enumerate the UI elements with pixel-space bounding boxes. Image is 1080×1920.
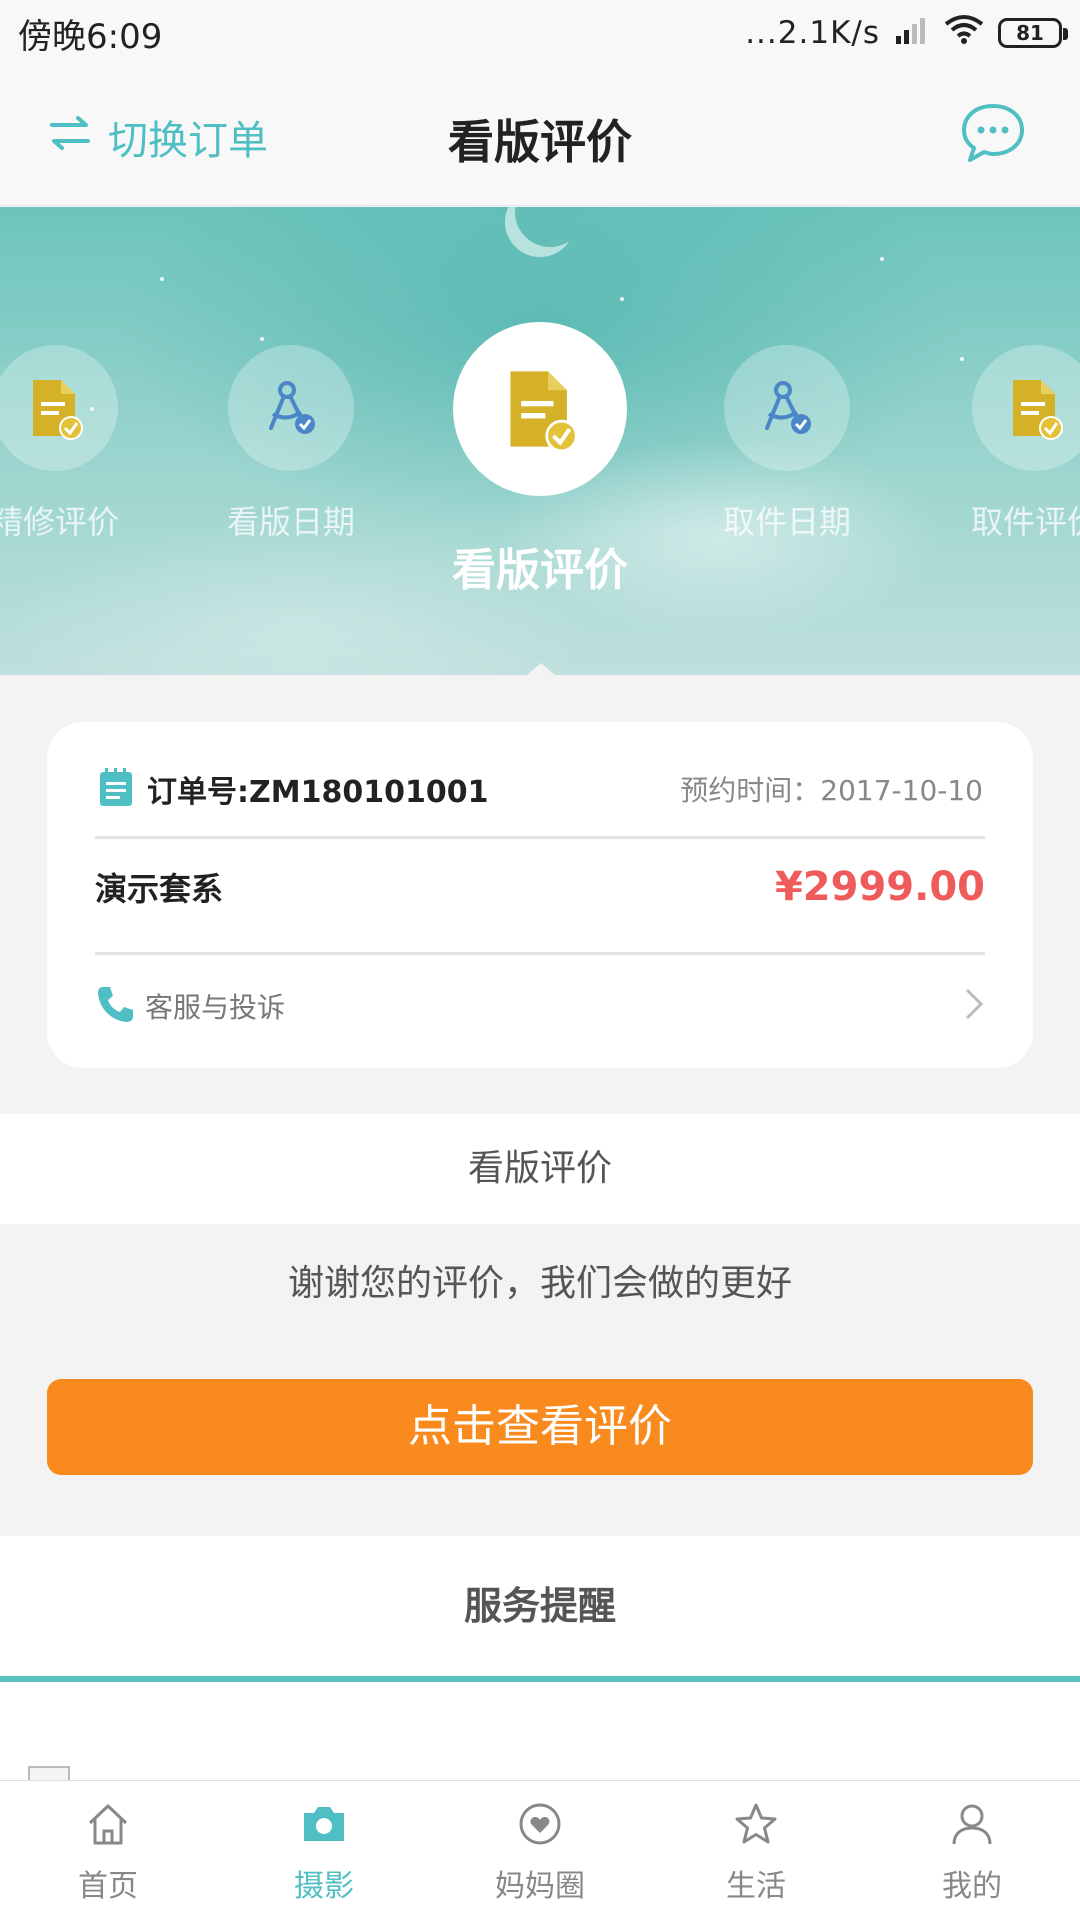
step-retouch-rating[interactable]: 精修评价 bbox=[0, 345, 130, 543]
rating-thanks-text: 谢谢您的评价，我们会做的更好 bbox=[287, 1263, 792, 1304]
appointment-time: 预约时间：2017-10-10 bbox=[680, 774, 983, 807]
banner-pointer bbox=[527, 663, 555, 675]
network-speed: ...2.1K/s bbox=[745, 15, 880, 51]
tab-mom-circle[interactable]: 妈妈圈 bbox=[432, 1781, 648, 1920]
step-label: 看版日期 bbox=[226, 503, 355, 541]
document-check-icon bbox=[972, 345, 1080, 471]
tab-photography[interactable]: 摄影 bbox=[216, 1781, 432, 1920]
order-number: 订单号:ZM180101001 bbox=[147, 775, 489, 810]
package-name: 演示套系 bbox=[95, 870, 224, 908]
status-indicators: ...2.1K/s 81 bbox=[745, 13, 1068, 53]
compass-check-icon bbox=[724, 345, 850, 471]
step-proof-date[interactable]: 看版日期 bbox=[216, 345, 366, 543]
step-label: 取件日期 bbox=[722, 503, 851, 541]
status-time: 傍晚6:09 bbox=[18, 16, 163, 57]
divider bbox=[95, 952, 985, 955]
signal-icon bbox=[894, 13, 930, 53]
package-price: ¥2999.00 bbox=[774, 864, 985, 910]
step-label: 精修评价 bbox=[0, 503, 119, 541]
user-icon bbox=[948, 1801, 996, 1855]
tab-life[interactable]: 生活 bbox=[648, 1781, 864, 1920]
page-title: 看版评价 bbox=[448, 115, 632, 169]
document-check-icon bbox=[0, 345, 118, 471]
tab-home[interactable]: 首页 bbox=[0, 1781, 216, 1920]
chat-bubble-icon bbox=[960, 104, 1026, 168]
nav-bar: 切换订单 看版评价 bbox=[0, 66, 1080, 206]
moon-decoration bbox=[515, 207, 585, 247]
tab-label: 首页 bbox=[78, 1869, 138, 1904]
package-row: 演示套系 ¥2999.00 bbox=[95, 864, 985, 910]
order-card: 订单号:ZM180101001 预约时间：2017-10-10 演示套系 ¥29… bbox=[47, 722, 1033, 1068]
heart-circle-icon bbox=[516, 1801, 564, 1855]
tab-label: 妈妈圈 bbox=[495, 1869, 585, 1904]
document-check-icon bbox=[453, 322, 627, 496]
service-complaint-row[interactable]: 客服与投诉 bbox=[95, 984, 985, 1028]
progress-banner: 精修评价 看版日期 看版评价 取件日期 取件评价 bbox=[0, 207, 1080, 675]
tab-label: 我的 bbox=[942, 1869, 1002, 1904]
rating-section-title: 看版评价 bbox=[0, 1114, 1080, 1224]
step-pickup-date[interactable]: 取件日期 bbox=[712, 345, 862, 543]
notepad-icon bbox=[97, 766, 135, 812]
wifi-icon bbox=[944, 13, 984, 53]
status-bar: 傍晚6:09 ...2.1K/s 81 bbox=[0, 0, 1080, 66]
phone-icon bbox=[95, 984, 135, 1028]
message-button[interactable] bbox=[960, 102, 1026, 168]
step-label: 看版评价 bbox=[452, 545, 628, 596]
service-complaint-group: 客服与投诉 bbox=[95, 984, 285, 1028]
view-rating-button[interactable]: 点击查看评价 bbox=[47, 1379, 1033, 1475]
home-icon bbox=[84, 1801, 132, 1855]
camera-icon bbox=[300, 1801, 348, 1855]
tab-label: 生活 bbox=[726, 1869, 786, 1904]
compass-check-icon bbox=[228, 345, 354, 471]
tab-mine[interactable]: 我的 bbox=[864, 1781, 1080, 1920]
star-icon bbox=[732, 1801, 780, 1855]
chevron-right-icon bbox=[963, 986, 985, 1026]
step-pickup-rating[interactable]: 取件评价 bbox=[960, 345, 1080, 543]
step-label: 取件评价 bbox=[970, 503, 1080, 541]
order-number-group: 订单号:ZM180101001 bbox=[97, 766, 488, 812]
battery-icon: 81 bbox=[998, 18, 1068, 48]
order-header: 订单号:ZM180101001 预约时间：2017-10-10 bbox=[97, 766, 983, 812]
divider bbox=[95, 836, 985, 839]
service-complaint-label: 客服与投诉 bbox=[145, 991, 286, 1024]
service-reminder-tab[interactable]: 服务提醒 bbox=[0, 1536, 1080, 1682]
step-proof-rating[interactable]: 看版评价 bbox=[440, 322, 640, 598]
tab-label: 摄影 bbox=[294, 1869, 354, 1904]
bottom-tab-bar: 首页 摄影 妈妈圈 生活 我的 bbox=[0, 1780, 1080, 1920]
reminder-content bbox=[0, 1682, 1080, 1786]
